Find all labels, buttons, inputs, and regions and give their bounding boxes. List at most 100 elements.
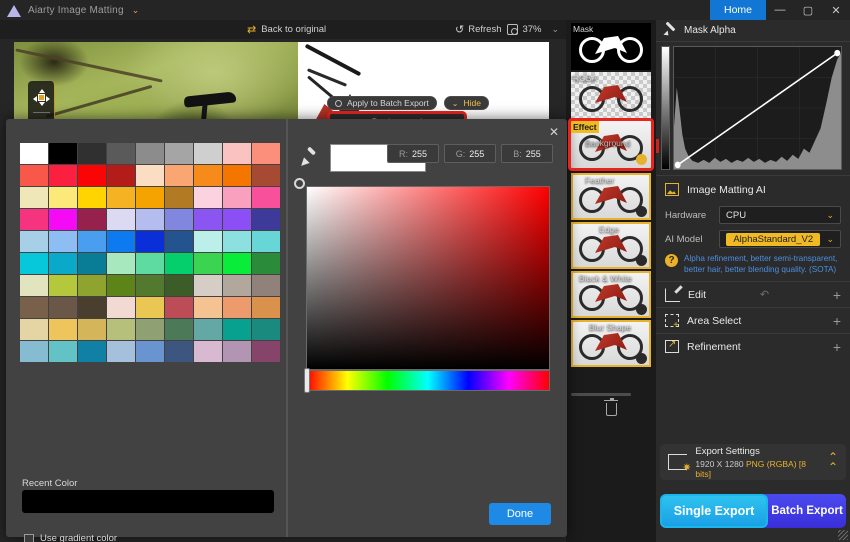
color-swatch[interactable]: [165, 209, 193, 230]
resize-grip[interactable]: [838, 530, 848, 540]
hue-slider-knob[interactable]: [304, 368, 310, 393]
use-gradient-color-checkbox[interactable]: [24, 533, 34, 542]
red-channel-input[interactable]: R: 255: [387, 144, 439, 163]
color-swatch[interactable]: [194, 341, 222, 362]
color-swatch[interactable]: [165, 275, 193, 296]
eyedropper-icon[interactable]: [299, 149, 316, 168]
color-swatch[interactable]: [252, 341, 280, 362]
apply-to-batch-export-toggle[interactable]: Apply to Batch Export: [327, 96, 437, 110]
color-swatch[interactable]: [107, 341, 135, 362]
maximize-button[interactable]: ▢: [794, 0, 822, 20]
color-swatch[interactable]: [165, 341, 193, 362]
color-swatch-grid[interactable]: [20, 143, 280, 362]
color-swatch[interactable]: [49, 297, 77, 318]
color-swatch[interactable]: [136, 253, 164, 274]
saturation-value-area[interactable]: [306, 186, 550, 370]
color-swatch[interactable]: [78, 187, 106, 208]
color-swatch[interactable]: [20, 297, 48, 318]
color-swatch[interactable]: [252, 209, 280, 230]
curve-histogram[interactable]: [673, 46, 842, 170]
color-swatch[interactable]: [20, 209, 48, 230]
section-refinement-add-button[interactable]: +: [833, 339, 841, 355]
blue-channel-input[interactable]: B: 255: [501, 144, 553, 163]
color-swatch[interactable]: [49, 319, 77, 340]
color-swatch[interactable]: [194, 297, 222, 318]
color-swatch[interactable]: [223, 297, 251, 318]
color-swatch[interactable]: [107, 297, 135, 318]
color-swatch[interactable]: [252, 275, 280, 296]
color-swatch[interactable]: [20, 231, 48, 252]
color-swatch[interactable]: [136, 143, 164, 164]
color-swatch[interactable]: [78, 165, 106, 186]
color-swatch[interactable]: [20, 143, 48, 164]
use-gradient-color-row[interactable]: Use gradient color: [24, 533, 117, 542]
section-area-select[interactable]: Area Select +: [656, 307, 850, 333]
color-swatch[interactable]: [252, 253, 280, 274]
undo-icon[interactable]: ↶: [760, 288, 769, 301]
color-swatch[interactable]: [165, 231, 193, 252]
close-button[interactable]: ✕: [822, 0, 850, 20]
color-swatch[interactable]: [223, 231, 251, 252]
color-swatch[interactable]: [107, 319, 135, 340]
color-swatch[interactable]: [49, 187, 77, 208]
color-swatch[interactable]: [194, 319, 222, 340]
refresh-button[interactable]: ↺ Refresh: [455, 23, 501, 36]
color-swatch[interactable]: [165, 143, 193, 164]
mask-alpha-header[interactable]: Mask Alpha: [656, 20, 850, 42]
color-swatch[interactable]: [223, 253, 251, 274]
color-swatch[interactable]: [194, 187, 222, 208]
export-settings-card[interactable]: Export Settings 1920 X 1280 PNG (RGBA) […: [660, 444, 846, 480]
color-swatch[interactable]: [49, 275, 77, 296]
effect-thumbnail-strip[interactable]: Mask RGBA Effect Background Feather Edge…: [566, 20, 656, 542]
color-swatch[interactable]: [20, 165, 48, 186]
color-swatch[interactable]: [223, 143, 251, 164]
mask-alpha-curve[interactable]: [656, 42, 850, 175]
color-swatch[interactable]: [165, 253, 193, 274]
color-swatch[interactable]: [107, 165, 135, 186]
minimize-button[interactable]: —: [766, 0, 794, 20]
ai-model-select[interactable]: AlphaStandard_V2 ⌄: [719, 230, 841, 248]
color-swatch[interactable]: [223, 275, 251, 296]
color-swatch[interactable]: [49, 341, 77, 362]
image-matting-ai-header[interactable]: Image Matting AI: [656, 175, 850, 203]
color-swatch[interactable]: [223, 187, 251, 208]
color-swatch[interactable]: [78, 319, 106, 340]
color-swatch[interactable]: [78, 231, 106, 252]
section-area-select-add-button[interactable]: +: [833, 313, 841, 329]
color-swatch[interactable]: [194, 275, 222, 296]
color-swatch[interactable]: [107, 187, 135, 208]
color-swatch[interactable]: [136, 187, 164, 208]
color-swatch[interactable]: [136, 297, 164, 318]
color-swatch[interactable]: [194, 231, 222, 252]
hue-slider[interactable]: [306, 370, 550, 391]
thumbnail-scrollbar[interactable]: [571, 393, 631, 396]
single-export-button[interactable]: Single Export: [660, 494, 768, 528]
color-swatch[interactable]: [194, 253, 222, 274]
section-edit-add-button[interactable]: +: [833, 287, 841, 303]
thumbnail-rgba[interactable]: RGBA: [571, 72, 651, 119]
color-swatch[interactable]: [78, 143, 106, 164]
color-swatch[interactable]: [223, 209, 251, 230]
color-swatch[interactable]: [107, 143, 135, 164]
question-icon[interactable]: ?: [665, 254, 678, 267]
zoom-chevron-down-icon[interactable]: ⌄: [552, 24, 560, 35]
color-swatch[interactable]: [20, 319, 48, 340]
color-swatch[interactable]: [49, 143, 77, 164]
color-swatch[interactable]: [194, 165, 222, 186]
color-swatch[interactable]: [49, 253, 77, 274]
color-swatch[interactable]: [107, 275, 135, 296]
color-swatch[interactable]: [194, 143, 222, 164]
color-swatch[interactable]: [107, 209, 135, 230]
thumbnail-background-effect[interactable]: Effect Background: [568, 118, 654, 171]
color-swatch[interactable]: [78, 209, 106, 230]
color-swatch[interactable]: [136, 231, 164, 252]
double-chevron-up-icon[interactable]: ⌃ ⌃: [828, 451, 838, 473]
section-refinement[interactable]: Refinement +: [656, 333, 850, 359]
thumbnail-edge[interactable]: Edge: [571, 222, 651, 269]
hide-button[interactable]: ⌄ Hide: [443, 96, 489, 110]
delete-thumbnail-button[interactable]: [566, 397, 656, 420]
color-swatch[interactable]: [252, 165, 280, 186]
color-swatch[interactable]: [136, 275, 164, 296]
color-swatch[interactable]: [223, 341, 251, 362]
color-swatch[interactable]: [20, 187, 48, 208]
